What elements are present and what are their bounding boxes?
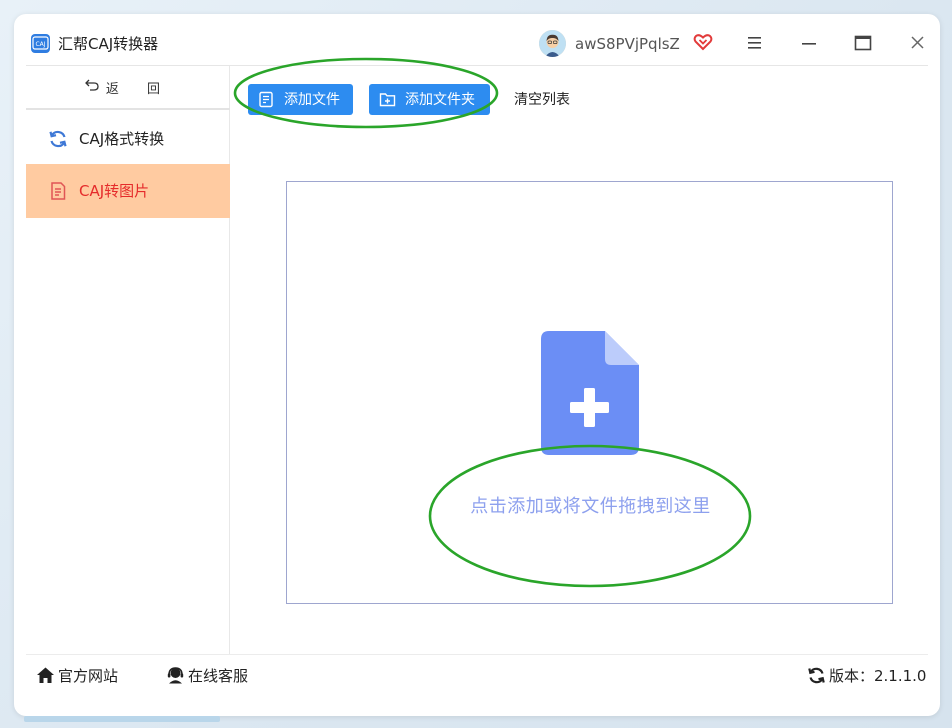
- sidebar: 返 回 CAJ格式转换 CAJ转图片: [26, 66, 230, 654]
- customer-service-link[interactable]: 在线客服: [166, 664, 276, 688]
- footer-divider: [26, 654, 928, 655]
- customer-service-label: 在线客服: [188, 667, 249, 685]
- sidebar-item-caj-convert[interactable]: CAJ格式转换: [26, 112, 230, 166]
- add-file-label: 添加文件: [284, 92, 340, 108]
- version-label: 版本：2.1.1.0: [829, 667, 927, 685]
- app-logo-icon: CAJ: [31, 34, 50, 53]
- window-shadow-strip: [24, 716, 220, 722]
- sidebar-item-label: CAJ转图片: [79, 182, 150, 200]
- add-folder-button[interactable]: 添加文件夹: [369, 84, 490, 115]
- add-folder-icon: [379, 91, 396, 108]
- document-icon: [48, 181, 68, 201]
- sync-icon: [807, 666, 826, 685]
- title-bar: CAJ 汇帮CAJ转换器 awS8PVjPqlsZ: [14, 14, 940, 66]
- home-icon: [36, 666, 55, 685]
- back-arrow-icon: [84, 77, 100, 97]
- add-file-button[interactable]: 添加文件: [248, 84, 353, 115]
- refresh-icon: [48, 129, 68, 149]
- vip-heart-icon[interactable]: [693, 32, 713, 52]
- clear-list-button[interactable]: 清空列表: [514, 88, 570, 112]
- drop-hint-text: 点击添加或将文件拖拽到这里: [470, 496, 711, 517]
- file-add-icon: [541, 331, 639, 455]
- menu-icon[interactable]: [743, 31, 767, 55]
- add-folder-label: 添加文件夹: [405, 92, 475, 108]
- app-title: 汇帮CAJ转换器: [58, 35, 159, 53]
- add-file-icon: [258, 91, 275, 108]
- sidebar-item-label: CAJ格式转换: [79, 130, 165, 148]
- app-window: CAJ 汇帮CAJ转换器 awS8PVjPqlsZ 返 回 CAJ格式转换 CA…: [14, 14, 940, 716]
- file-drop-zone[interactable]: 点击添加或将文件拖拽到这里: [286, 181, 893, 604]
- username-label[interactable]: awS8PVjPqlsZ: [575, 32, 680, 56]
- sidebar-item-caj-to-image[interactable]: CAJ转图片: [26, 164, 230, 218]
- version-info: 版本：2.1.1.0: [807, 664, 937, 688]
- maximize-icon[interactable]: [851, 31, 875, 55]
- headset-icon: [166, 666, 185, 685]
- minimize-icon[interactable]: [798, 31, 822, 55]
- website-link[interactable]: 官方网站: [36, 664, 146, 688]
- close-icon[interactable]: [906, 31, 930, 55]
- user-avatar[interactable]: [539, 30, 566, 57]
- svg-text:CAJ: CAJ: [35, 41, 45, 48]
- website-label: 官方网站: [58, 667, 119, 685]
- back-button[interactable]: 返 回: [26, 66, 230, 110]
- back-label: 返 回: [105, 81, 173, 97]
